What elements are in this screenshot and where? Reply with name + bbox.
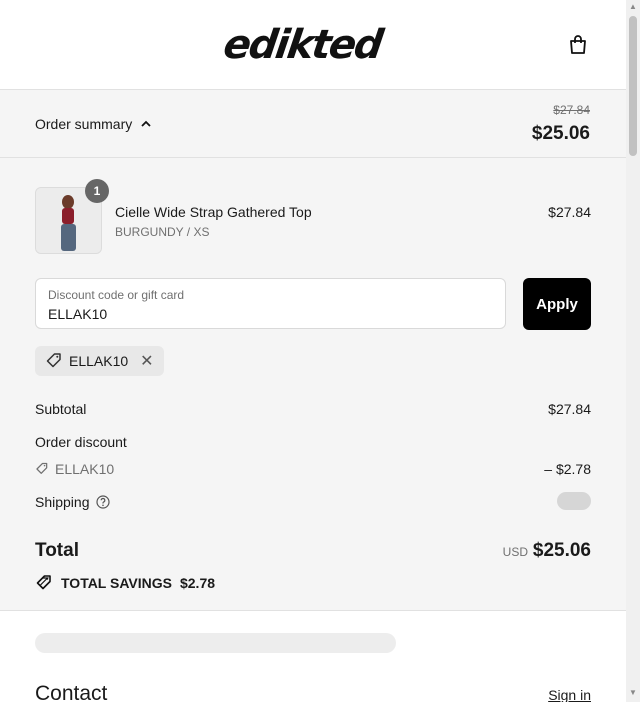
applied-discount-chip: ELLAK10 ✕ xyxy=(35,346,164,376)
scrollbar-thumb[interactable] xyxy=(629,16,637,156)
item-price: $27.84 xyxy=(548,204,591,220)
savings-value: $2.78 xyxy=(179,575,216,591)
total-label: Total xyxy=(35,540,79,561)
bag-icon[interactable] xyxy=(566,33,590,57)
item-name: Cielle Wide Strap Gathered Top xyxy=(115,204,312,220)
shipping-row: Shipping xyxy=(35,494,110,510)
apply-button[interactable]: Apply xyxy=(523,278,591,330)
scroll-down-arrow-icon[interactable]: ▼ xyxy=(626,688,640,700)
help-icon[interactable] xyxy=(95,495,110,509)
order-summary-panel: 1 Cielle Wide Strap Gathered Top BURGUND… xyxy=(0,158,626,611)
discount-code-label: ELLAK10 xyxy=(55,461,115,477)
item-variant: BURGUNDY / XS xyxy=(115,225,210,239)
tag-icon xyxy=(46,353,61,368)
total-savings: TOTAL SAVINGS $2.78 xyxy=(35,574,215,592)
contact-heading: Contact xyxy=(35,682,108,702)
shipping-loading-placeholder xyxy=(557,492,591,510)
discount-label: Discount code or gift card xyxy=(48,288,185,302)
order-summary-bar[interactable]: Order summary $27.84 $25.06 xyxy=(0,90,626,158)
total-value: $25.06 xyxy=(532,540,591,561)
sign-in-link[interactable]: Sign in xyxy=(548,687,591,702)
remove-discount-icon[interactable]: ✕ xyxy=(140,351,153,371)
header: edikted xyxy=(0,0,626,90)
summary-total: $25.06 xyxy=(531,123,590,144)
brand-logo[interactable]: edikted xyxy=(220,20,384,70)
discount-input[interactable]: Discount code or gift card ELLAK10 xyxy=(35,278,506,329)
scroll-up-arrow-icon[interactable]: ▲ xyxy=(626,2,640,14)
order-discount-label: Order discount xyxy=(35,434,127,450)
tag-icon xyxy=(36,462,48,474)
discount-value[interactable]: ELLAK10 xyxy=(48,306,107,322)
shipping-label: Shipping xyxy=(35,494,90,510)
express-checkout-placeholder xyxy=(35,633,396,653)
subtotal-label: Subtotal xyxy=(35,401,87,417)
order-summary-label: Order summary xyxy=(35,116,133,132)
quantity-badge: 1 xyxy=(85,179,109,203)
savings-tag-icon xyxy=(36,575,51,590)
currency-code: USD xyxy=(502,545,528,559)
chevron-up-icon xyxy=(141,120,151,127)
discount-value: – $2.78 xyxy=(544,461,591,477)
order-summary-toggle[interactable]: Order summary xyxy=(35,116,152,132)
checkout-page: edikted Order summary $27.84 $25.06 1 Ci… xyxy=(0,0,626,702)
original-total: $27.84 xyxy=(553,103,590,117)
vertical-scrollbar[interactable]: ▲ ▼ xyxy=(626,0,640,702)
applied-code: ELLAK10 xyxy=(69,353,129,369)
discount-code-row: ELLAK10 xyxy=(35,461,114,477)
savings-label: TOTAL SAVINGS xyxy=(61,575,172,591)
subtotal-value: $27.84 xyxy=(548,401,591,417)
